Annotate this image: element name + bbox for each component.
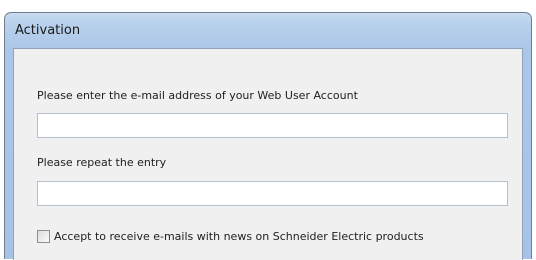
newsletter-checkbox-label[interactable]: Accept to receive e-mails with news on S… xyxy=(54,230,424,243)
newsletter-checkbox[interactable] xyxy=(37,230,50,243)
repeat-email-label: Please repeat the entry xyxy=(37,156,167,169)
repeat-email-field[interactable] xyxy=(37,181,508,206)
title-bar[interactable]: Activation xyxy=(5,13,531,48)
activation-dialog: Activation Please enter the e-mail addre… xyxy=(4,12,532,260)
dialog-title: Activation xyxy=(15,23,81,38)
email-field[interactable] xyxy=(37,113,508,138)
dialog-content: Please enter the e-mail address of your … xyxy=(13,48,523,260)
email-label: Please enter the e-mail address of your … xyxy=(37,89,358,102)
